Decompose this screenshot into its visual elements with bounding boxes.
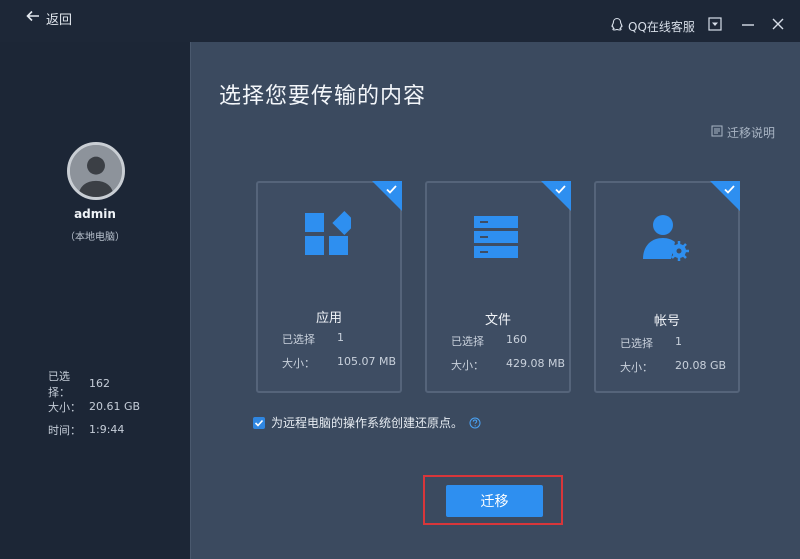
card-apps-size-value: 105.07 MB bbox=[337, 355, 397, 368]
card-apps[interactable]: 应用 已选择 1 大小： 105.07 MB bbox=[256, 181, 402, 393]
question-icon[interactable] bbox=[469, 417, 481, 429]
arrow-left-icon bbox=[26, 9, 40, 27]
restore-point-option[interactable]: 为远程电脑的操作系统创建还原点。 bbox=[253, 414, 481, 431]
user-avatar-icon bbox=[70, 145, 122, 197]
summary-stats: 已选择： 162 大小： 20.61 GB 时间： 1:9:44 bbox=[48, 370, 140, 441]
checkmark-icon bbox=[372, 181, 402, 211]
migration-guide-link[interactable]: 迁移说明 bbox=[711, 124, 775, 141]
card-apps-size: 大小： 105.07 MB bbox=[282, 355, 396, 371]
back-button[interactable]: 返回 bbox=[26, 8, 72, 28]
user-gear-icon bbox=[643, 215, 689, 261]
close-button[interactable] bbox=[770, 16, 786, 32]
card-accounts-selected: 已选择 1 bbox=[620, 335, 682, 351]
minimize-icon bbox=[742, 24, 754, 26]
summary-time-label: 时间： bbox=[48, 423, 81, 437]
main-panel: 选择您要传输的内容 迁移说明 应用 已选择 1 大小： 105.07 MB 文件… bbox=[190, 42, 800, 559]
card-apps-title: 应用 bbox=[315, 311, 342, 326]
card-accounts-selected-value: 1 bbox=[675, 335, 682, 348]
close-icon bbox=[772, 18, 784, 30]
card-files-size-label: 大小： bbox=[451, 359, 484, 372]
qq-penguin-icon bbox=[610, 17, 624, 35]
card-apps-selected-value: 1 bbox=[337, 331, 344, 344]
card-apps-selected: 已选择 1 bbox=[282, 331, 344, 347]
qq-support-label: QQ在线客服 bbox=[628, 19, 695, 34]
card-accounts-selected-label: 已选择 bbox=[620, 337, 653, 350]
checkmark-icon bbox=[541, 181, 571, 211]
summary-size-label: 大小： bbox=[48, 400, 81, 414]
card-files-selected-value: 160 bbox=[506, 333, 527, 346]
card-accounts-size: 大小： 20.08 GB bbox=[620, 359, 726, 375]
dropdown-icon bbox=[708, 17, 722, 31]
card-files-selected-label: 已选择 bbox=[451, 335, 484, 348]
summary-selected-row: 已选择： 162 bbox=[48, 370, 140, 399]
migrate-button[interactable]: 迁移 bbox=[446, 485, 543, 517]
card-accounts-title: 帐号 bbox=[653, 314, 680, 329]
document-icon bbox=[711, 125, 723, 140]
page-title: 选择您要传输的内容 bbox=[219, 84, 427, 109]
summary-selected-label: 已选择： bbox=[48, 369, 70, 399]
minimize-button[interactable] bbox=[740, 16, 756, 32]
card-files-size-value: 429.08 MB bbox=[506, 357, 566, 370]
summary-time-value: 1:9:44 bbox=[89, 423, 125, 436]
checkmark-icon bbox=[254, 419, 264, 427]
qq-support-link[interactable]: QQ在线客服 bbox=[610, 17, 695, 35]
summary-size-row: 大小： 20.61 GB bbox=[48, 395, 140, 418]
user-subtitle: （本地电脑） bbox=[65, 232, 125, 243]
card-accounts-size-value: 20.08 GB bbox=[675, 359, 727, 372]
summary-time-row: 时间： 1:9:44 bbox=[48, 418, 140, 441]
sidebar: admin （本地电脑） 已选择： 162 大小： 20.61 GB 时间： 1… bbox=[0, 42, 190, 559]
restore-point-label: 为远程电脑的操作系统创建还原点。 bbox=[271, 416, 464, 430]
card-files-title: 文件 bbox=[484, 313, 511, 328]
summary-size-value: 20.61 GB bbox=[89, 400, 141, 413]
card-files-size: 大小： 429.08 MB bbox=[451, 357, 565, 373]
app-grid-icon bbox=[305, 211, 351, 255]
file-stack-icon bbox=[474, 216, 518, 258]
restore-point-checkbox[interactable] bbox=[253, 416, 265, 429]
back-label: 返回 bbox=[46, 12, 73, 28]
card-files-selected: 已选择 160 bbox=[451, 333, 527, 349]
avatar bbox=[67, 142, 125, 200]
card-accounts-size-label: 大小： bbox=[620, 361, 653, 374]
migration-guide-label: 迁移说明 bbox=[727, 126, 776, 140]
card-apps-selected-label: 已选择 bbox=[282, 333, 315, 346]
checkmark-icon bbox=[710, 181, 740, 211]
card-apps-size-label: 大小： bbox=[282, 357, 315, 370]
card-files[interactable]: 文件 已选择 160 大小： 429.08 MB bbox=[425, 181, 571, 393]
user-name: admin bbox=[74, 207, 116, 221]
summary-selected-value: 162 bbox=[89, 377, 110, 390]
menu-dropdown-button[interactable] bbox=[707, 16, 723, 32]
card-accounts[interactable]: 帐号 已选择 1 大小： 20.08 GB bbox=[594, 181, 740, 393]
title-bar: 返回 QQ在线客服 bbox=[0, 0, 800, 42]
